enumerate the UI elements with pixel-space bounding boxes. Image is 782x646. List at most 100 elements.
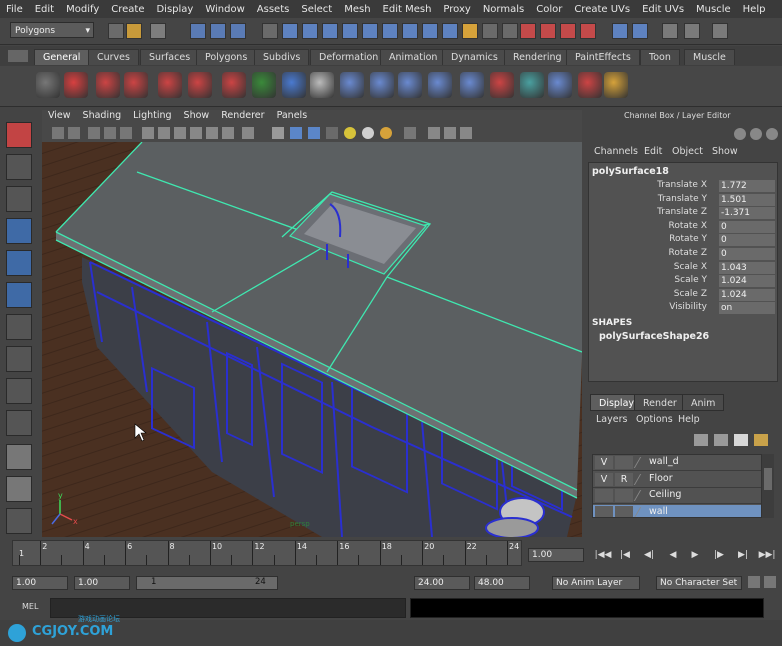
play-forwards-icon[interactable]: ▶: [686, 548, 704, 562]
layer-scrollbar[interactable]: [762, 454, 774, 518]
attribute-row[interactable]: Translate Z -1.371: [589, 207, 777, 220]
save-scene-icon[interactable]: [150, 23, 166, 39]
attribute-value[interactable]: -1.371: [719, 207, 775, 220]
xray-joints-icon[interactable]: [428, 127, 440, 139]
layer-reference-toggle[interactable]: R: [615, 472, 633, 486]
menu-edit-mesh[interactable]: Edit Mesh: [377, 4, 438, 15]
attribute-row[interactable]: Scale X 1.043: [589, 261, 777, 275]
layer-options-icon[interactable]: [754, 434, 768, 446]
soft-mod-tool-icon[interactable]: [6, 346, 32, 372]
shape-icon[interactable]: [252, 72, 276, 98]
lock-icon[interactable]: [462, 23, 478, 39]
joint-icon[interactable]: [310, 72, 334, 98]
shelf-tab-toon[interactable]: Toon: [640, 49, 680, 65]
use-default-light-icon[interactable]: [344, 127, 356, 139]
hypershade-icon[interactable]: [96, 72, 120, 98]
paint-select-tool-icon[interactable]: [6, 186, 32, 212]
preferences-icon[interactable]: [764, 576, 776, 588]
layer-tab-render[interactable]: Render: [634, 394, 686, 411]
shelf-tab-dynamics[interactable]: Dynamics: [442, 49, 507, 65]
end-time-field[interactable]: 48.00: [474, 576, 530, 590]
layer-reference-toggle[interactable]: [615, 489, 633, 502]
attribute-value[interactable]: 0: [719, 248, 775, 260]
attribute-value[interactable]: 1.043: [719, 261, 775, 274]
ipr-icon[interactable]: [540, 23, 556, 39]
menu-help[interactable]: Help: [737, 4, 772, 15]
snap-point-icon[interactable]: [322, 23, 338, 39]
select-hierarchy-icon[interactable]: [190, 23, 206, 39]
wireframe-icon[interactable]: [272, 127, 284, 139]
range-slider[interactable]: 1 24: [136, 576, 278, 590]
step-back-key-icon[interactable]: ◀|: [640, 548, 658, 562]
uv-icon[interactable]: [548, 72, 572, 98]
new-layer-selected-icon[interactable]: [734, 434, 748, 446]
tool-settings-toggle-icon[interactable]: [766, 128, 778, 140]
toggle-outliner-icon[interactable]: [712, 23, 728, 39]
outliner-layout-icon[interactable]: [6, 508, 32, 534]
layer-row[interactable]: Vwall_d: [593, 455, 761, 471]
anim-layer-dropdown[interactable]: No Anim Layer: [552, 576, 640, 590]
attribute-row[interactable]: Scale Z 1.024: [589, 288, 777, 302]
grid-icon[interactable]: [142, 127, 154, 139]
menu-mesh[interactable]: Mesh: [338, 4, 376, 15]
play-backwards-icon[interactable]: ◀: [664, 548, 682, 562]
layer-menu-options[interactable]: Options: [636, 414, 673, 425]
safe-title-icon[interactable]: [242, 127, 254, 139]
render-settings-icon[interactable]: [482, 23, 498, 39]
lasso-tool-icon[interactable]: [6, 154, 32, 180]
move-tool-icon[interactable]: [6, 218, 32, 244]
history-icon[interactable]: [382, 23, 398, 39]
xray-icon[interactable]: [326, 127, 338, 139]
snap-grid-icon[interactable]: [282, 23, 298, 39]
shadows-icon[interactable]: [380, 127, 392, 139]
new-empty-layer-icon[interactable]: [714, 434, 728, 446]
menu-color[interactable]: Color: [530, 4, 568, 15]
attribute-row[interactable]: Rotate Y 0: [589, 234, 777, 247]
shelf-tab-curves[interactable]: Curves: [88, 49, 139, 65]
channel-box-toggle-icon[interactable]: [734, 128, 746, 140]
shelf-tab-painteffects[interactable]: PaintEffects: [566, 49, 640, 65]
step-back-frame-icon[interactable]: |◀: [616, 548, 634, 562]
make-live-icon[interactable]: [362, 23, 378, 39]
new-scene-icon[interactable]: [108, 23, 124, 39]
batch-render-icon[interactable]: [580, 23, 596, 39]
current-frame-field[interactable]: 1.00: [528, 548, 584, 562]
shelf-tab-polygons[interactable]: Polygons: [196, 49, 257, 65]
panel-menu-view[interactable]: View: [42, 110, 77, 121]
attribute-row[interactable]: Rotate Z 0: [589, 248, 777, 261]
snap-curve-icon[interactable]: [302, 23, 318, 39]
last-tool-icon[interactable]: [6, 378, 32, 404]
select-component-icon[interactable]: [230, 23, 246, 39]
playback-start-field[interactable]: 1.00: [74, 576, 130, 590]
sphere-icon[interactable]: [282, 72, 306, 98]
menu-muscle[interactable]: Muscle: [690, 4, 737, 15]
constraint-icon[interactable]: [490, 72, 514, 98]
render-settings-icon[interactable]: [188, 72, 212, 98]
menu-select[interactable]: Select: [295, 4, 338, 15]
wireframe-on-shaded-icon[interactable]: [308, 127, 320, 139]
camera-attr-icon[interactable]: [68, 127, 80, 139]
scrollbar-thumb[interactable]: [764, 468, 772, 490]
resolution-gate-icon[interactable]: [174, 127, 186, 139]
open-scene-icon[interactable]: [126, 23, 142, 39]
render-globals-icon[interactable]: [560, 23, 576, 39]
hypershade-icon[interactable]: [502, 23, 518, 39]
channel-menu-object[interactable]: Object: [672, 146, 703, 157]
attribute-value[interactable]: on: [719, 302, 775, 315]
character-set-dropdown[interactable]: No Character Set: [656, 576, 742, 590]
layer-menu-help[interactable]: Help: [678, 414, 700, 425]
cluster-icon[interactable]: [428, 72, 452, 98]
shelf-tab-rendering[interactable]: Rendering: [504, 49, 571, 65]
time-slider[interactable]: 1 2 4 6 8 10 12 14 16 18 20 22 24: [12, 540, 522, 566]
go-to-start-icon[interactable]: |◀◀: [594, 548, 612, 562]
attribute-value[interactable]: 0: [719, 220, 775, 233]
shelf-tab-animation[interactable]: Animation: [380, 49, 447, 65]
shelf-tab-general[interactable]: General: [34, 49, 90, 65]
menu-modify[interactable]: Modify: [60, 4, 105, 15]
attribute-row[interactable]: Translate X 1.772: [589, 180, 777, 193]
attribute-value[interactable]: 1.024: [719, 275, 775, 288]
new-layer-icon[interactable]: [694, 434, 708, 446]
brush-icon[interactable]: [604, 72, 628, 98]
safe-action-icon[interactable]: [222, 127, 234, 139]
shelf-menu-icon[interactable]: [8, 50, 18, 62]
